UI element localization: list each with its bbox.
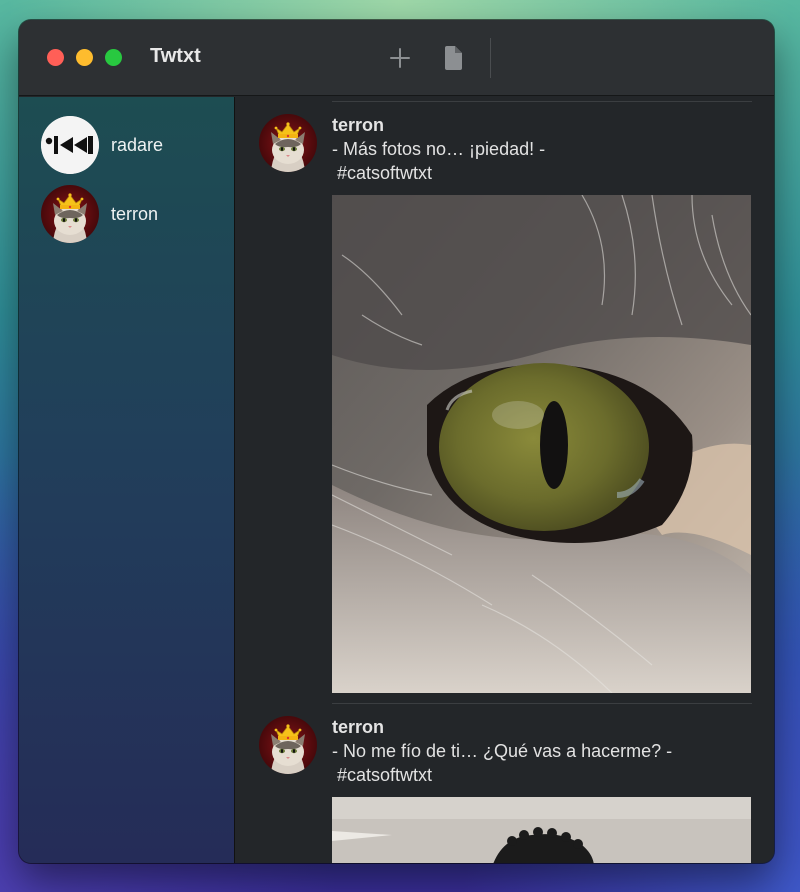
- post-author[interactable]: terron: [332, 717, 384, 738]
- add-button[interactable]: [387, 44, 413, 72]
- post-hashtag[interactable]: #catsoftwtxt: [337, 163, 432, 184]
- post-author[interactable]: terron: [332, 115, 384, 136]
- post-avatar[interactable]: [259, 114, 317, 172]
- post-divider: [332, 703, 752, 704]
- post-image[interactable]: [332, 195, 751, 693]
- minimize-window-button[interactable]: [76, 49, 93, 66]
- timeline-feed[interactable]: terron - Más fotos no… ¡piedad! - #catso…: [236, 97, 774, 863]
- cat-eye-photo: [332, 195, 751, 693]
- sidebar-item-radare[interactable]: radare: [41, 116, 163, 174]
- post-divider: [332, 101, 752, 102]
- cat-avatar-icon: [41, 185, 99, 243]
- toolbar-separator: [490, 38, 491, 78]
- cat-avatar-icon: [259, 114, 317, 172]
- post-image[interactable]: [332, 797, 751, 863]
- partial-photo: [332, 797, 751, 863]
- post-text: - No me fío de ti… ¿Qué vas a hacerme? -: [332, 741, 673, 761]
- zoom-window-button[interactable]: [105, 49, 122, 66]
- sidebar-item-label: radare: [111, 134, 164, 155]
- sidebar: radare terron: [19, 97, 235, 863]
- terron-avatar: [41, 185, 99, 243]
- title-bar: Twtxt: [19, 20, 774, 96]
- document-icon: [445, 46, 462, 70]
- window-title: Twtxt: [150, 45, 201, 67]
- cat-avatar-icon: [259, 716, 317, 774]
- radare-logo-icon: [41, 116, 99, 174]
- new-document-button[interactable]: [440, 44, 466, 72]
- sidebar-item-terron[interactable]: terron: [41, 185, 158, 243]
- close-window-button[interactable]: [47, 49, 64, 66]
- sidebar-item-label: terron: [111, 203, 159, 224]
- app-window: Twtxt radare terron terron - Más fotos n…: [19, 20, 774, 863]
- post-avatar[interactable]: [259, 716, 317, 774]
- plus-icon: [390, 48, 410, 68]
- post-hashtag[interactable]: #catsoftwtxt: [337, 765, 432, 786]
- radare-avatar: [41, 116, 99, 174]
- post-text: - Más fotos no… ¡piedad! -: [332, 139, 546, 159]
